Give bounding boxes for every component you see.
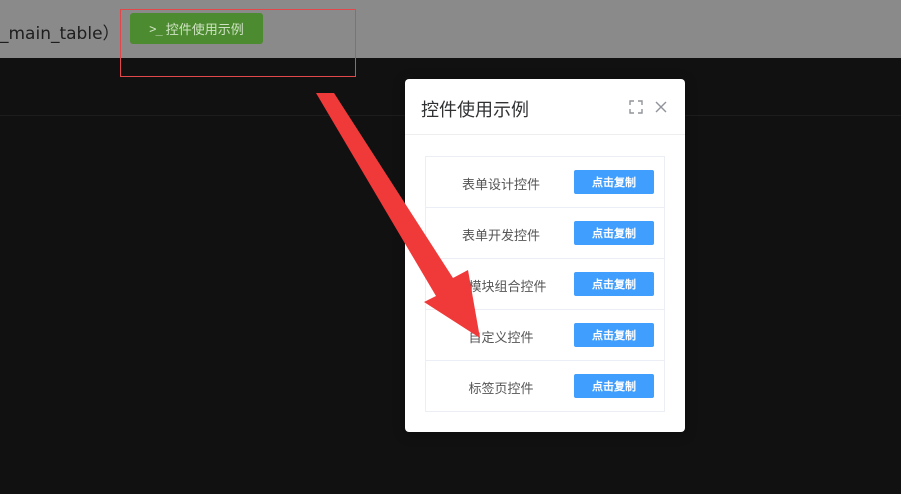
control-examples-button-label: 控件使用示例 (165, 23, 244, 38)
control-examples-button[interactable]: >_ 控件使用示例 (130, 13, 263, 44)
list-item: 表单开发控件 点击复制 (426, 208, 664, 259)
fullscreen-icon[interactable] (629, 100, 643, 114)
copy-button[interactable]: 点击复制 (574, 272, 654, 296)
control-name: 表单开发控件 (461, 229, 540, 244)
list-item: 表单设计控件 点击复制 (426, 157, 664, 208)
control-name: 标签页控件 (468, 382, 534, 397)
control-name: 表单设计控件 (461, 178, 540, 193)
table-name-label: _main_table） (0, 24, 120, 44)
list-item: 多模块组合控件 点击复制 (426, 259, 664, 310)
dialog-title: 控件使用示例 (421, 100, 529, 121)
control-name: 多模块组合控件 (455, 280, 547, 295)
list-item: 标签页控件 点击复制 (426, 361, 664, 412)
top-bar: _main_table） >_ 控件使用示例 (0, 0, 901, 58)
copy-button[interactable]: 点击复制 (574, 221, 654, 245)
copy-button[interactable]: 点击复制 (574, 170, 654, 194)
control-name: 自定义控件 (468, 331, 534, 346)
close-icon[interactable] (654, 100, 668, 114)
copy-button[interactable]: 点击复制 (574, 374, 654, 398)
list-item: 自定义控件 点击复制 (426, 310, 664, 361)
control-examples-dialog: 控件使用示例 表单设计控件 点击复制 表单开发控件 点击复制 多模块组合控件 点… (405, 79, 685, 432)
dialog-header: 控件使用示例 (405, 79, 685, 135)
control-list: 表单设计控件 点击复制 表单开发控件 点击复制 多模块组合控件 点击复制 自定义… (425, 156, 665, 412)
terminal-icon: >_ (149, 21, 162, 36)
copy-button[interactable]: 点击复制 (574, 323, 654, 347)
